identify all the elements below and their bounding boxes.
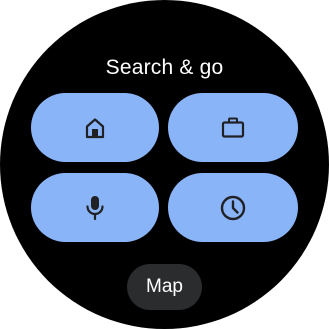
home-icon (83, 116, 107, 140)
microphone-icon (83, 194, 107, 222)
watch-screen: Search & go Map (0, 0, 329, 329)
recent-places-button[interactable] (168, 173, 298, 242)
work-button[interactable] (168, 93, 298, 162)
map-button[interactable]: Map (127, 264, 202, 310)
voice-search-button[interactable] (31, 173, 159, 242)
map-button-label: Map (146, 276, 183, 297)
briefcase-icon (220, 116, 246, 140)
clock-icon (219, 194, 247, 222)
screen-title: Search & go (105, 56, 224, 79)
home-button[interactable] (31, 93, 159, 162)
